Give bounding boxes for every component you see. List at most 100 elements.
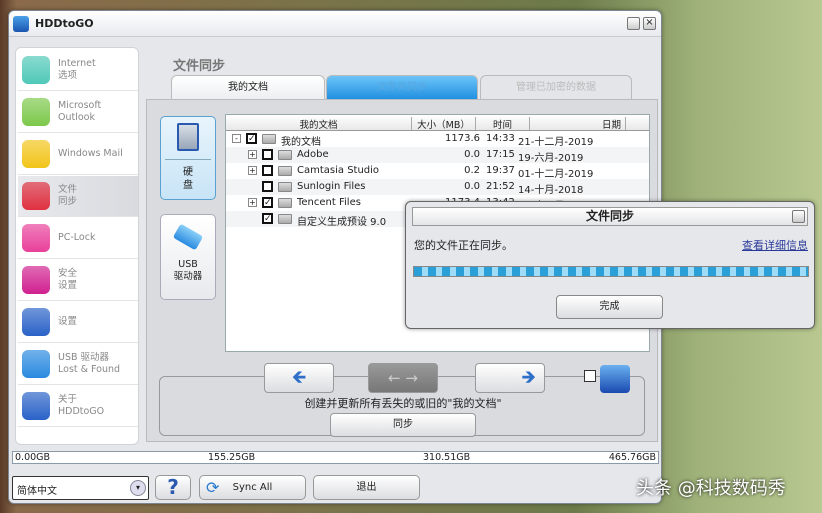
sidebar-item[interactable]: Microsoft Outlook (18, 92, 138, 133)
usb-drive-icon (172, 223, 204, 251)
sidebar-item-icon (22, 350, 50, 378)
disk-tick: 465.76GB (608, 452, 656, 463)
dialog-minimize-button[interactable] (792, 210, 805, 223)
tree-row[interactable]: + Adobe 0.0 17:15 19-六月-2019 (226, 147, 649, 164)
row-checkbox[interactable]: ✓ (262, 213, 273, 224)
sidebar-item[interactable]: 文件 同步 (18, 176, 138, 217)
sidebar-item-icon (22, 98, 50, 126)
sidebar-item-label: 文件 同步 (58, 184, 78, 207)
column-header-name[interactable]: 我的文档 (226, 117, 412, 131)
minimize-button[interactable] (627, 17, 640, 30)
sync-all-label: Sync All (232, 482, 273, 493)
sync-direction-group: 🡸 ← → 🡺 创建并更新所有丢失的或旧的"我的文档" 同步 (159, 363, 645, 437)
row-date: 01-十二月-2019 (518, 169, 594, 180)
sidebar-item[interactable]: PC-Lock (18, 218, 138, 259)
tree-row[interactable]: - ✓ 我的文档 1173.6 14:33 21-十二月-2019 (226, 131, 649, 148)
expand-toggle[interactable]: - (232, 134, 241, 143)
sync-all-button[interactable]: ⟳ Sync All (199, 475, 306, 500)
sidebar-item-label: Windows Mail (58, 148, 123, 159)
row-size: 0.0 (464, 181, 480, 192)
window-title: HDDtoGO (35, 17, 94, 30)
sync-both-button[interactable]: ← → (368, 363, 438, 393)
row-name: 我的文档 (281, 137, 321, 148)
language-select[interactable]: 简体中文 ▾ (12, 476, 149, 500)
row-checkbox[interactable]: ✓ (246, 133, 257, 144)
sync-button[interactable]: 同步 (330, 413, 476, 437)
folder-icon (278, 198, 292, 208)
expand-toggle[interactable]: + (248, 166, 257, 175)
row-checkbox[interactable] (262, 149, 273, 160)
sidebar: Internet 选项 Microsoft Outlook Windows Mail… (15, 47, 139, 445)
sidebar-item-label: USB 驱动器 Lost & Found (58, 352, 121, 375)
sidebar-item-icon (22, 308, 50, 336)
row-checkbox[interactable] (262, 181, 273, 192)
tree-row[interactable]: + Camtasia Studio 0.2 19:37 01-十二月-2019 (226, 163, 649, 180)
sidebar-item-icon (22, 140, 50, 168)
column-header-size[interactable]: 大小（MB） (412, 117, 476, 131)
hard-disk-label: 硬 盘 (165, 159, 211, 192)
usb-drive-button[interactable]: USB 驱动器 (160, 214, 216, 300)
sidebar-item[interactable]: 安全 设置 (18, 260, 138, 301)
row-checkbox[interactable] (262, 165, 273, 176)
sidebar-item[interactable]: Internet 选项 (18, 50, 138, 91)
tab-manage-encrypted[interactable]: 管理已加密的数据 (480, 75, 632, 100)
sidebar-item-label: Internet 选项 (58, 58, 96, 81)
chevron-down-icon: ▾ (130, 480, 146, 496)
row-name: 自定义生成预设 9.0 (297, 217, 387, 228)
close-button[interactable]: × (643, 17, 656, 30)
disk-tick: 0.00GB (15, 452, 51, 463)
tab-folder-sync[interactable]: 文件夹同步 (326, 75, 478, 100)
hard-disk-button[interactable]: 硬 盘 (160, 116, 216, 200)
column-header-date[interactable]: 日期 (530, 117, 626, 131)
tree-header: 我的文档 大小（MB） 时间 日期 (226, 115, 649, 131)
hard-disk-icon (177, 123, 199, 151)
exit-button[interactable]: 退出 (313, 475, 420, 500)
row-name: Camtasia Studio (297, 165, 380, 176)
compress-archive-icon (600, 365, 630, 393)
row-size: 1173.6 (445, 133, 480, 144)
language-value: 简体中文 (17, 486, 57, 497)
disk-usage-bar: 0.00GB 155.25GB 310.51GB 465.76GB (12, 451, 659, 464)
help-button[interactable]: ? (155, 475, 191, 500)
row-date: 21-十二月-2019 (518, 137, 594, 148)
sidebar-item[interactable]: 设置 (18, 302, 138, 343)
row-name: Sunlogin Files (297, 181, 366, 192)
folder-icon (278, 182, 292, 192)
sidebar-item[interactable]: Windows Mail (18, 134, 138, 175)
folder-icon (278, 150, 292, 160)
folder-icon (278, 166, 292, 176)
view-details-link[interactable]: 查看详细信息 (742, 237, 808, 253)
app-icon (13, 16, 29, 32)
column-header-time[interactable]: 时间 (476, 117, 530, 131)
folder-icon (262, 134, 276, 144)
row-date: 19-六月-2019 (518, 153, 584, 164)
tab-my-documents[interactable]: 我的文档 (171, 75, 325, 100)
row-checkbox[interactable]: ✓ (262, 197, 273, 208)
sync-left-button[interactable]: 🡸 (264, 363, 334, 393)
folder-icon (278, 214, 292, 224)
tree-row[interactable]: Sunlogin Files 0.0 21:52 14-十月-2018 (226, 179, 649, 196)
row-size: 0.2 (464, 165, 480, 176)
expand-toggle[interactable]: + (248, 150, 257, 159)
row-time: 19:37 (486, 165, 515, 176)
sidebar-item-label: Microsoft Outlook (58, 100, 102, 123)
dialog-title: 文件同步 (412, 207, 808, 226)
sidebar-item-icon (22, 224, 50, 252)
sidebar-item-icon (22, 182, 50, 210)
page-title: 文件同步 (173, 59, 226, 74)
encrypt-checkbox[interactable] (584, 370, 596, 382)
sidebar-item-icon (22, 392, 50, 420)
done-button[interactable]: 完成 (556, 295, 663, 319)
sync-description: 创建并更新所有丢失的或旧的"我的文档" (304, 397, 502, 410)
row-name: Tencent Files (297, 197, 361, 208)
sidebar-item-icon (22, 56, 50, 84)
expand-toggle[interactable]: + (248, 198, 257, 207)
sync-icon: ⟳ (206, 478, 220, 497)
sidebar-item-label: 安全 设置 (58, 268, 78, 291)
sync-right-button[interactable]: 🡺 (475, 363, 545, 393)
sidebar-item-label: 关于 HDDtoGO (58, 394, 105, 417)
row-time: 21:52 (486, 181, 515, 192)
sidebar-item[interactable]: USB 驱动器 Lost & Found (18, 344, 138, 385)
sidebar-item[interactable]: 关于 HDDtoGO (18, 386, 138, 427)
row-time: 17:15 (486, 149, 515, 160)
